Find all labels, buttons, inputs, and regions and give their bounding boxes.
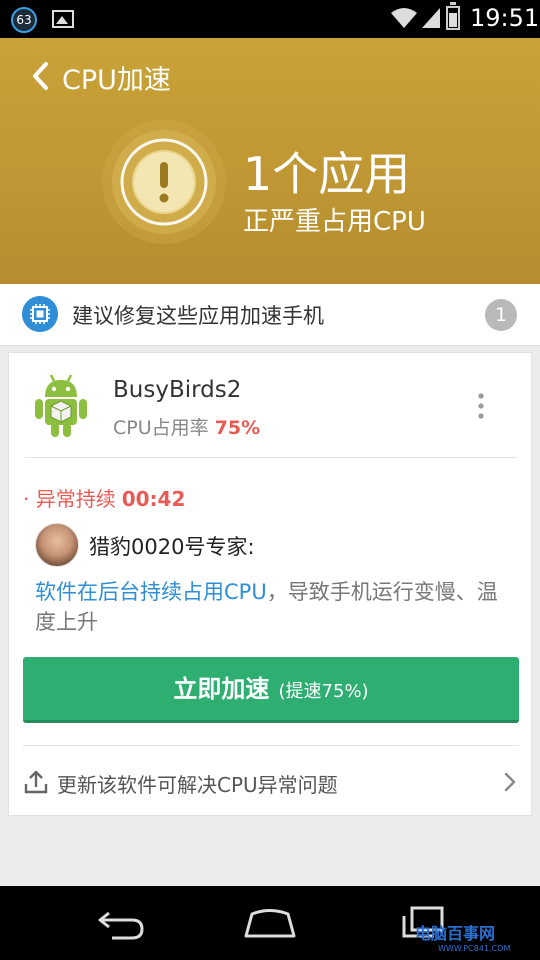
clock: 19:51	[470, 4, 540, 32]
signal-icon	[422, 8, 440, 28]
upload-icon	[24, 770, 48, 794]
abnormal-duration: · 异常持续 00:42	[23, 483, 185, 512]
section-title: 建议修复这些应用加速手机	[72, 304, 324, 328]
abnormal-time: 00:42	[121, 487, 186, 511]
cpu-chip-icon	[22, 296, 58, 332]
navigation-bar: 电脑百事网 WWW.PC841.COM	[0, 886, 540, 960]
suggestion-section: 建议修复这些应用加速手机 1	[0, 284, 540, 346]
boost-button-label: 立即加速	[173, 675, 270, 703]
description-highlight: 软件在后台持续占用CPU	[35, 580, 267, 604]
expert-name: 猎豹0020号专家:	[89, 535, 255, 559]
back-nav-icon[interactable]	[92, 910, 148, 940]
back-arrow-icon[interactable]	[28, 60, 54, 92]
divider	[25, 457, 517, 458]
battery-icon	[446, 2, 460, 30]
image-icon	[52, 10, 74, 28]
main-content: BusyBirds2 CPU占用率 75% · 异常持续 00:42 猎豹0020…	[0, 346, 540, 886]
home-nav-icon[interactable]	[240, 906, 300, 940]
cpu-usage-percent: 75%	[214, 417, 261, 439]
wifi-icon	[391, 8, 417, 28]
android-app-icon	[35, 374, 87, 437]
divider	[23, 745, 519, 746]
cpu-usage: CPU占用率 75%	[113, 413, 260, 440]
header-subtitle: 正严重占用CPU	[243, 207, 426, 237]
status-bar: 63 19:51	[0, 0, 540, 38]
avatar	[35, 523, 79, 567]
page-title: CPU加速	[62, 65, 171, 96]
boost-button-sub: (提速75%)	[278, 681, 369, 702]
update-software-link[interactable]: 更新该软件可解决CPU异常问题	[57, 769, 338, 798]
problem-description: 软件在后台持续占用CPU，导致手机运行变慢、温度上升	[35, 577, 505, 637]
abnormal-label: 异常持续	[35, 487, 116, 511]
affected-app-count: 1个应用	[243, 147, 411, 201]
cpu-usage-label: CPU占用率	[113, 417, 209, 439]
abnormal-dot: ·	[23, 487, 30, 511]
count-badge: 1	[485, 299, 517, 331]
chevron-right-icon[interactable]	[503, 771, 517, 793]
more-options-icon[interactable]	[471, 391, 491, 421]
app-card: BusyBirds2 CPU占用率 75% · 异常持续 00:42 猎豹0020…	[8, 352, 532, 816]
watermark: 电脑百事网	[415, 924, 496, 943]
app-name: BusyBirds2	[113, 377, 242, 403]
header: CPU加速 1个应用 正严重占用CPU	[0, 38, 540, 284]
notification-badge-icon: 63	[11, 7, 37, 33]
watermark-url: WWW.PC841.COM	[438, 944, 511, 953]
boost-now-button[interactable]: 立即加速 (提速75%)	[23, 657, 519, 723]
exclamation-icon	[102, 120, 226, 244]
